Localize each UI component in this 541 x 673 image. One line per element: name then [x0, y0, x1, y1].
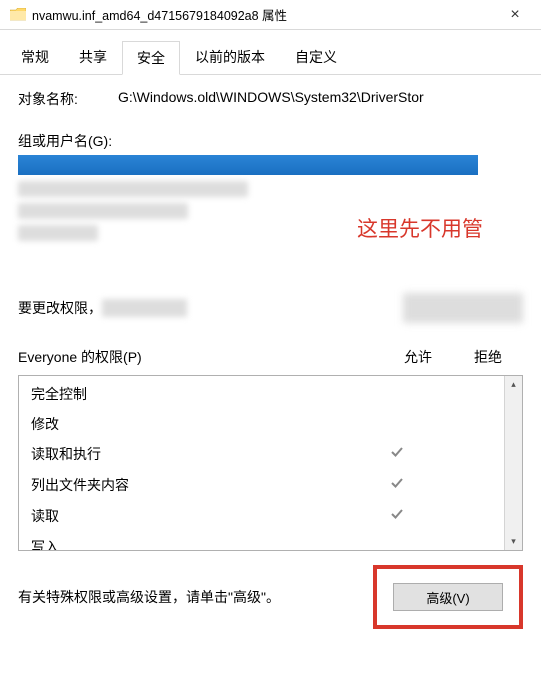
- groups-row-blurred: [18, 203, 188, 219]
- permissions-list: 完全控制 修改 读取和执行 列出文件夹内容 读取: [19, 376, 504, 550]
- tab-general-label: 常规: [21, 49, 49, 65]
- permissions-title: Everyone 的权限(P): [18, 347, 383, 367]
- permission-label: 修改: [31, 414, 362, 434]
- groups-listbox[interactable]: 这里先不用管: [18, 155, 523, 273]
- permission-row-list-folder[interactable]: 列出文件夹内容: [31, 475, 502, 496]
- edit-button-blurred[interactable]: [403, 293, 523, 323]
- permissions-deny-header: 拒绝: [453, 347, 523, 367]
- permission-label: 写入: [31, 537, 362, 550]
- tab-custom-label: 自定义: [295, 49, 337, 65]
- groups-row-blurred: [18, 225, 98, 241]
- tab-strip: 常规 共享 安全 以前的版本 自定义: [0, 30, 541, 75]
- permission-deny-cell: [432, 475, 502, 496]
- tab-sharing[interactable]: 共享: [64, 40, 122, 74]
- permission-label: 读取和执行: [31, 444, 362, 465]
- permission-label: 完全控制: [31, 384, 362, 404]
- permission-row-read[interactable]: 读取: [31, 506, 502, 527]
- folder-icon: [10, 8, 26, 21]
- permission-allow-cell: [362, 537, 432, 550]
- window-title: nvamwu.inf_amd64_d4715679184092a8 属性: [32, 5, 493, 24]
- check-icon: [389, 444, 405, 460]
- groups-label: 组或用户名(G):: [18, 131, 523, 151]
- scrollbar-up-button[interactable]: ▴: [505, 376, 522, 393]
- check-icon: [389, 506, 405, 522]
- permission-deny-cell: [432, 506, 502, 527]
- permissions-listbox: 完全控制 修改 读取和执行 列出文件夹内容 读取: [18, 375, 523, 551]
- title-bar: nvamwu.inf_amd64_d4715679184092a8 属性 ×: [0, 0, 541, 30]
- scrollbar-down-button[interactable]: ▾: [505, 533, 522, 550]
- groups-row-blurred: [18, 181, 248, 197]
- permission-allow-cell: [362, 506, 432, 527]
- permission-row-read-execute[interactable]: 读取和执行: [31, 444, 502, 465]
- permission-deny-cell: [432, 414, 502, 434]
- permissions-scrollbar[interactable]: ▴ ▾: [504, 376, 522, 550]
- change-permissions-blurred: [102, 299, 187, 317]
- close-button[interactable]: ×: [493, 1, 537, 29]
- permission-label: 读取: [31, 506, 362, 527]
- advanced-row: 有关特殊权限或高级设置，请单击"高级"。 高级(V): [18, 565, 523, 629]
- permissions-allow-header: 允许: [383, 347, 453, 367]
- tab-previous-versions[interactable]: 以前的版本: [180, 40, 280, 74]
- change-permissions-row: 要更改权限，: [18, 293, 523, 323]
- permissions-header: Everyone 的权限(P) 允许 拒绝: [18, 347, 523, 367]
- tab-previous-label: 以前的版本: [195, 49, 265, 65]
- change-permissions-prefix: 要更改权限，: [18, 298, 102, 318]
- advanced-highlight-box: 高级(V): [373, 565, 523, 629]
- permission-allow-cell: [362, 444, 432, 465]
- tab-security[interactable]: 安全: [122, 41, 180, 75]
- advanced-button-label: 高级(V): [426, 588, 469, 607]
- permission-row-full-control[interactable]: 完全控制: [31, 384, 502, 404]
- tab-security-label: 安全: [137, 50, 165, 66]
- permission-allow-cell: [362, 414, 432, 434]
- annotation-text: 这里先不用管: [357, 213, 483, 243]
- permission-deny-cell: [432, 444, 502, 465]
- permission-deny-cell: [432, 537, 502, 550]
- change-permissions-text: 要更改权限，: [18, 298, 187, 318]
- tab-general[interactable]: 常规: [6, 40, 64, 74]
- permission-deny-cell: [432, 384, 502, 404]
- groups-selected-row[interactable]: [18, 155, 478, 175]
- advanced-help-text: 有关特殊权限或高级设置，请单击"高级"。: [18, 587, 367, 607]
- check-icon: [389, 475, 405, 491]
- tab-content: 对象名称: G:\Windows.old\WINDOWS\System32\Dr…: [0, 75, 541, 639]
- close-icon: ×: [510, 6, 519, 24]
- permission-row-modify[interactable]: 修改: [31, 414, 502, 434]
- object-name-label: 对象名称:: [18, 89, 118, 109]
- object-name-value: G:\Windows.old\WINDOWS\System32\DriverSt…: [118, 89, 523, 109]
- advanced-button[interactable]: 高级(V): [393, 583, 503, 611]
- permission-allow-cell: [362, 384, 432, 404]
- permission-row-write[interactable]: 写入: [31, 537, 502, 550]
- tab-sharing-label: 共享: [79, 49, 107, 65]
- permission-allow-cell: [362, 475, 432, 496]
- object-name-row: 对象名称: G:\Windows.old\WINDOWS\System32\Dr…: [18, 89, 523, 109]
- tab-custom[interactable]: 自定义: [280, 40, 352, 74]
- permission-label: 列出文件夹内容: [31, 475, 362, 496]
